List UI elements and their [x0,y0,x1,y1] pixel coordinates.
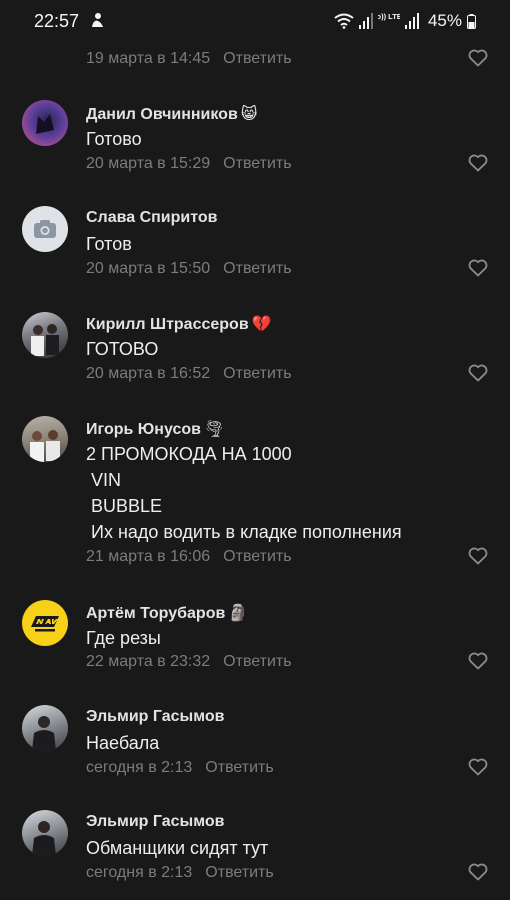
comment-date: сегодня в 2:13 [86,759,193,776]
like-icon[interactable] [468,758,488,776]
author-name: Артём Торубаров [86,605,226,622]
battery-percent: 45% [427,11,462,30]
author-badge: 💔 [251,316,272,333]
author-name: Игорь Юнусов [86,421,201,438]
reply-button[interactable]: Ответить [223,155,291,172]
comment-date: 22 марта в 23:32 [86,653,211,670]
volte-icon: Vo)) LTE2 [378,12,400,21]
avatar-cat-icon [36,114,54,134]
like-icon[interactable] [468,154,488,172]
reply-button[interactable]: Ответить [223,50,291,67]
author-name: Эльмир Гасымов [86,813,225,830]
avatar[interactable] [22,312,68,358]
navi-logo-icon [31,616,59,632]
avatar-photo-icon [31,324,59,356]
comment-text: ГОТОВО [86,339,159,359]
comment-author[interactable]: Эльмир Гасымов [86,708,224,726]
reply-button[interactable]: Ответить [223,365,291,382]
camera-icon [34,220,56,238]
author-name: Эльмир Гасымов [86,708,225,725]
comment-meta: 22 марта в 23:32 Ответить [86,653,292,671]
notification-icon [92,13,103,27]
comment-text: Где резы [86,628,161,648]
avatar[interactable] [22,100,68,146]
svg-text:Vo)) LTE2: Vo)) LTE2 [378,12,400,21]
like-icon[interactable] [468,547,488,565]
comment-date: 21 марта в 16:06 [86,548,211,565]
reply-button[interactable]: Ответить [205,864,273,881]
battery-icon [467,13,476,29]
comment-date: сегодня в 2:13 [86,864,193,881]
like-icon[interactable] [468,364,488,382]
comment-author[interactable]: Данил Овчинников 😸 [86,104,257,124]
comment-author[interactable]: Слава Спиритов [86,209,217,227]
avatar[interactable] [22,600,68,646]
comment-text: Готов [86,234,132,254]
comment-author[interactable]: Кирилл Штрассеров 💔 [86,314,272,334]
like-icon[interactable] [468,49,488,67]
comment-meta: сегодня в 2:13 Ответить [86,864,274,882]
reply-button[interactable]: Ответить [205,759,273,776]
author-name: Слава Спиритов [86,209,218,226]
comment-text-line: 2 ПРОМОКОДА НА 1000 [86,444,292,464]
author-name: Кирилл Штрассеров [86,316,249,333]
comment-author[interactable]: Артём Торубаров 🗿 [86,603,248,623]
like-icon[interactable] [468,652,488,670]
comment-meta: сегодня в 2:13 Ответить [86,759,274,777]
author-name: Данил Овчинников [86,106,238,123]
avatar[interactable] [22,206,68,252]
comment-date: 20 марта в 16:52 [86,365,211,382]
comment-author[interactable]: Игорь Юнусов 🌪 [86,419,224,439]
signal-icon-2 [404,13,419,29]
comment-text-line: VIN [86,470,122,490]
reply-button[interactable]: Ответить [223,653,291,670]
like-icon[interactable] [468,259,488,277]
comment-meta: 21 марта в 16:06 Ответить [86,548,292,566]
comment-text: Наебала [86,733,160,753]
reply-button[interactable]: Ответить [223,260,291,277]
wifi-icon [334,13,354,29]
status-bar: 22:57 Vo)) LTE2 45% [0,0,510,42]
comment-text-line: BUBBLE [86,496,163,516]
author-badge: 😸 [240,106,258,123]
avatar[interactable] [22,416,68,462]
avatar-photo-icon [32,716,56,751]
avatar[interactable] [22,705,68,751]
status-indicators: Vo)) LTE2 45% [334,10,476,32]
comment-meta: 19 марта в 14:45 Ответить [86,50,292,68]
author-badge: 🌪 [203,421,225,438]
author-badge: 🗿 [228,605,249,622]
comment-date: 20 марта в 15:29 [86,155,211,172]
avatar[interactable] [22,810,68,856]
avatar-photo-icon [32,821,56,856]
comment-meta: 20 марта в 16:52 Ответить [86,365,292,383]
comment-text: Готово [86,129,142,149]
reply-button[interactable]: Ответить [223,548,291,565]
like-icon[interactable] [468,863,488,881]
comment-author[interactable]: Эльмир Гасымов [86,813,224,831]
comment-meta: 20 марта в 15:29 Ответить [86,155,292,173]
comment-meta: 20 марта в 15:50 Ответить [86,260,292,278]
avatar-photo-icon [30,430,60,462]
status-time: 22:57 [34,11,80,31]
comment-text: Обманщики сидят тут [86,838,269,858]
comment-date: 20 марта в 15:50 [86,260,211,277]
comment-text-line: Их надо водить в кладке пополнения [86,522,402,542]
signal-icon [358,13,373,29]
comment-date: 19 марта в 14:45 [86,50,211,67]
